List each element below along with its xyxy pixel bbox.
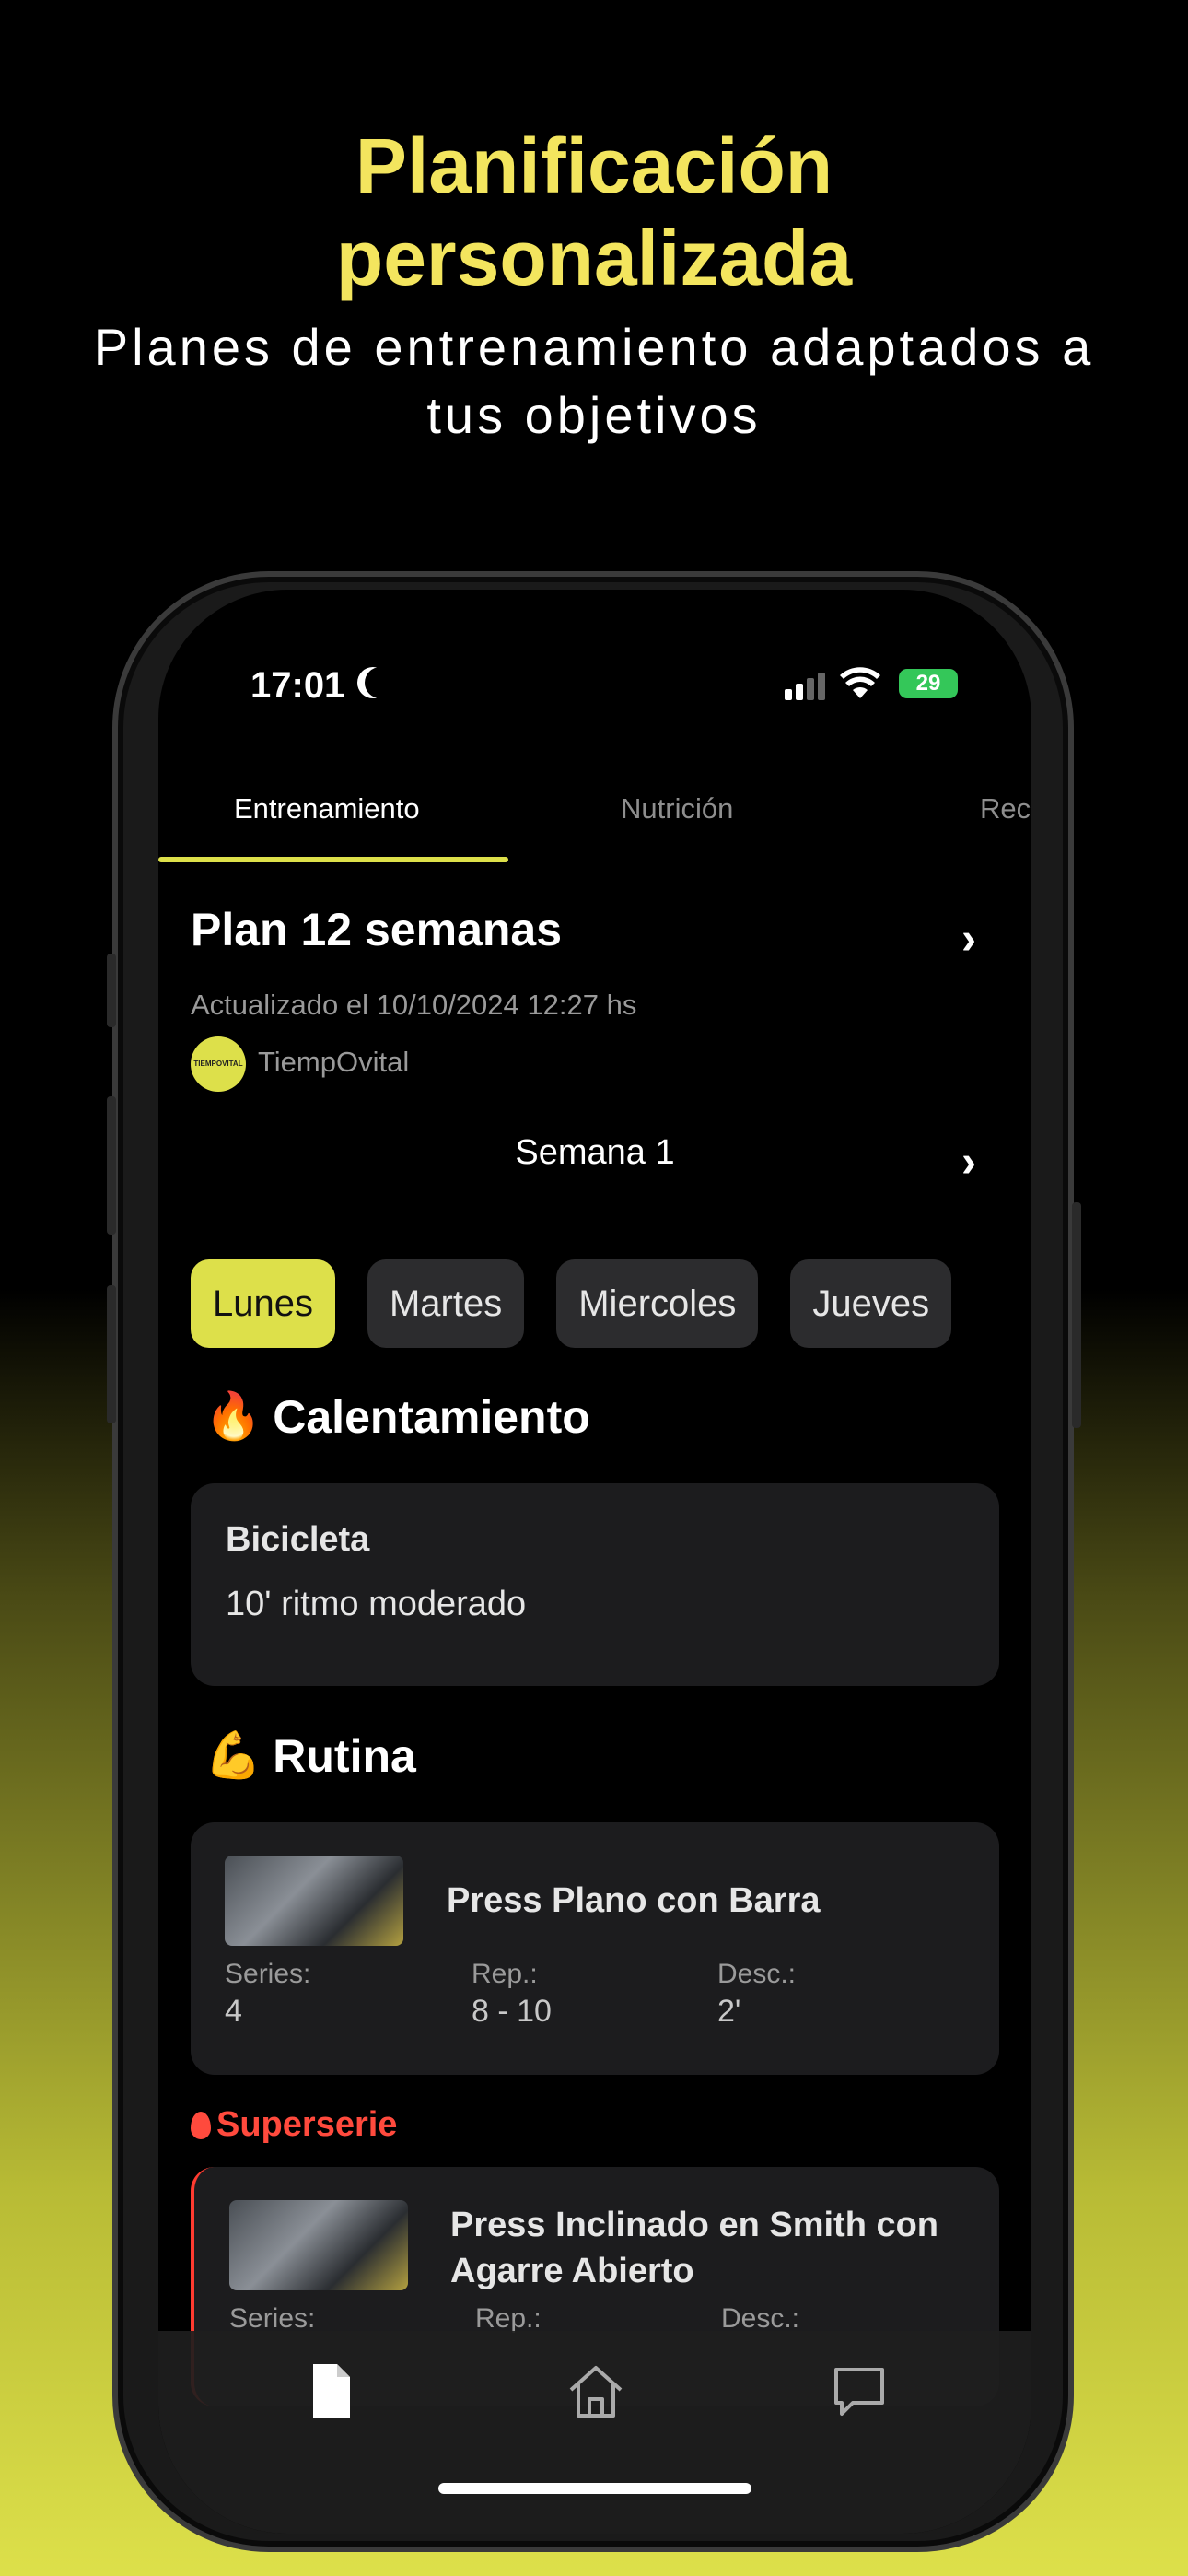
- day-selector: Lunes Martes Miercoles Jueves: [191, 1259, 952, 1348]
- rest-label: Desc.:: [717, 1959, 797, 1989]
- promo-headline-line1: Planificación: [355, 123, 833, 209]
- exercise-thumbnail[interactable]: [229, 2200, 408, 2290]
- home-indicator[interactable]: [438, 2483, 751, 2494]
- warmup-name: Bicicleta: [226, 1520, 370, 1559]
- phone-screen: 17:01 29 Entrenamiento Nutrición Rec Pla…: [158, 590, 1031, 2534]
- promo-subhead: Planes de entrenamiento adaptados a tus …: [0, 313, 1188, 450]
- series-label: Series:: [229, 2303, 316, 2334]
- moon-icon: [365, 667, 396, 698]
- tab-active-indicator: [158, 857, 508, 862]
- promo-headline-line2: personalizada: [335, 215, 853, 301]
- series-value: 4: [225, 1994, 242, 2029]
- routine-section-label: Rutina: [273, 1729, 416, 1782]
- day-chip-lunes[interactable]: Lunes: [191, 1259, 335, 1348]
- rest-value: 2': [717, 1994, 741, 2029]
- coach-avatar: TIEMPOVITAL: [191, 1036, 246, 1092]
- reps-label: Rep.:: [475, 2303, 542, 2334]
- phone-power-button: [1072, 1202, 1081, 1428]
- wifi-icon: [840, 667, 880, 698]
- series-label: Series:: [225, 1959, 311, 1989]
- superserie-label: Superserie: [191, 2105, 397, 2145]
- top-tabs: Entrenamiento Nutrición Rec: [158, 792, 1031, 866]
- exercise-name: Press Plano con Barra: [447, 1881, 821, 1920]
- promo-subhead-line2: tus objetivos: [426, 386, 762, 444]
- reps-value: 8 - 10: [472, 1994, 552, 2029]
- plan-chevron-right-icon[interactable]: ›: [961, 914, 976, 965]
- fire-icon: 🔥: [204, 1390, 262, 1442]
- status-time: 17:01: [250, 665, 345, 706]
- routine-section-title: 💪 Rutina: [204, 1728, 416, 1783]
- superserie-text: Superserie: [216, 2105, 398, 2144]
- tab-rec[interactable]: Rec: [980, 792, 1031, 825]
- document-icon[interactable]: [298, 2359, 363, 2423]
- phone-volume-down-button: [107, 1285, 116, 1423]
- chat-icon[interactable]: [827, 2359, 891, 2423]
- warmup-section-title: 🔥 Calentamiento: [204, 1389, 590, 1444]
- warmup-description: 10' ritmo moderado: [226, 1585, 527, 1623]
- plan-updated: Actualizado el 10/10/2024 12:27 hs: [191, 989, 637, 1021]
- day-chip-jueves[interactable]: Jueves: [790, 1259, 952, 1348]
- cellular-signal-icon: [785, 673, 825, 700]
- week-label[interactable]: Semana 1: [158, 1133, 1031, 1173]
- exercise-name-line1: Press Inclinado en Smith con: [450, 2206, 939, 2244]
- rest-label: Desc.:: [721, 2303, 800, 2334]
- warmup-card[interactable]: Bicicleta 10' ritmo moderado: [191, 1483, 999, 1686]
- exercise-thumbnail[interactable]: [225, 1856, 403, 1946]
- phone-mute-button: [107, 954, 116, 1027]
- plan-title[interactable]: Plan 12 semanas: [191, 903, 562, 956]
- warmup-section-label: Calentamiento: [273, 1390, 590, 1443]
- tab-entrenamiento[interactable]: Entrenamiento: [234, 792, 420, 825]
- coach-name: TiempOvital: [258, 1046, 410, 1078]
- exercise-card[interactable]: Press Plano con Barra Series: 4 Rep.: 8 …: [191, 1822, 999, 2075]
- exercise-name: Press Inclinado en Smith con Agarre Abie…: [450, 2202, 938, 2294]
- reps-label: Rep.:: [472, 1959, 538, 1989]
- week-chevron-right-icon[interactable]: ›: [961, 1137, 976, 1188]
- exercise-name-line2: Agarre Abierto: [450, 2252, 694, 2290]
- battery-icon: 29: [899, 669, 958, 698]
- promo-subhead-line1: Planes de entrenamiento adaptados a: [93, 318, 1095, 376]
- day-chip-miercoles[interactable]: Miercoles: [556, 1259, 759, 1348]
- bottom-nav: [158, 2331, 1031, 2534]
- day-chip-martes[interactable]: Martes: [367, 1259, 525, 1348]
- home-icon[interactable]: [564, 2359, 628, 2423]
- flame-icon: [191, 2111, 211, 2139]
- flexed-biceps-icon: 💪: [204, 1729, 262, 1781]
- phone-volume-up-button: [107, 1096, 116, 1235]
- promo-headline: Planificación personalizada: [0, 120, 1188, 304]
- tab-nutricion[interactable]: Nutrición: [621, 792, 733, 825]
